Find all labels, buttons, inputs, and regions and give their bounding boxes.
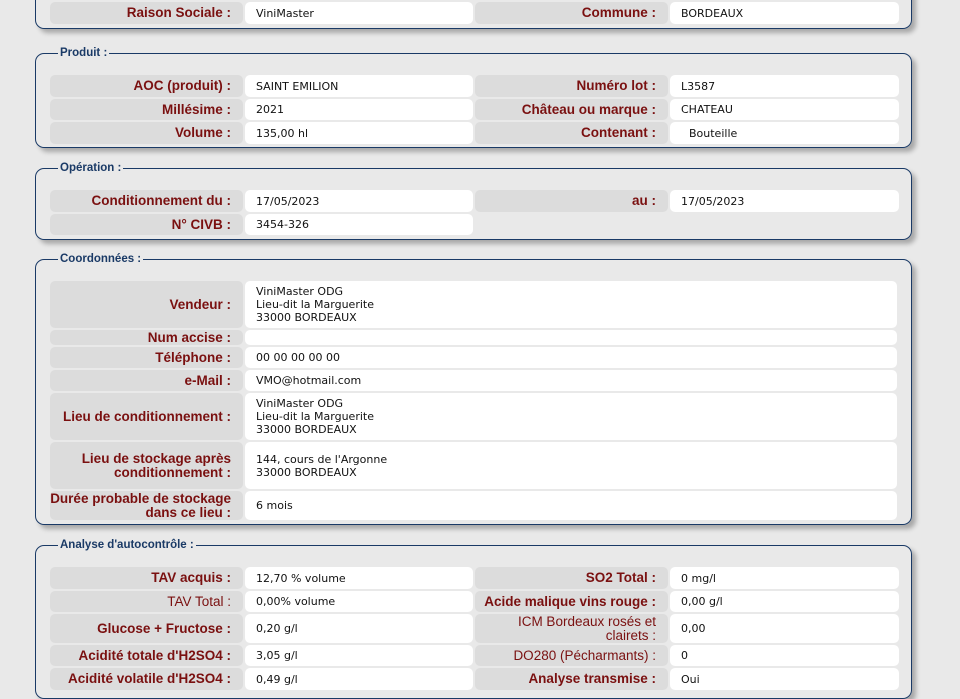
so2-total-value: 0 mg/l (670, 567, 899, 589)
do280-label: DO280 (Pécharmants) : (475, 645, 668, 666)
tav-acquis-value: 12,70 % volume (245, 567, 473, 589)
conditionnement-au-label: au : (475, 190, 668, 212)
produit-section: Produit : AOC (produit) : SAINT EMILION … (35, 47, 912, 148)
lieu-stockage-label: Lieu de stockage après conditionnement : (50, 442, 243, 489)
lieu-stockage-value: 144, cours de l'Argonne 33000 BORDEAUX (245, 442, 897, 489)
volume-label: Volume : (50, 122, 243, 144)
aoc-value: SAINT EMILION (245, 75, 473, 97)
numero-lot-value: L3587 (670, 75, 899, 97)
analyse-legend: Analyse d'autocontrôle : (60, 539, 194, 551)
chateau-value: CHATEAU (670, 99, 899, 120)
operation-legend: Opération : (60, 162, 122, 174)
duree-stockage-value: 6 mois (245, 491, 897, 520)
acidite-totale-label: Acidité totale d'H2SO4 : (50, 645, 243, 666)
lieu-conditionnement-label: Lieu de conditionnement : (50, 393, 243, 440)
volume-value: 135,00 hl (245, 122, 473, 144)
acidite-totale-value: 3,05 g/l (245, 645, 473, 666)
civb-label: N° CIVB : (50, 214, 243, 235)
vendeur-label: Vendeur : (50, 281, 243, 328)
conditionnement-au-value: 17/05/2023 (670, 190, 899, 212)
identification-section: Raison Sociale : ViniMaster Commune : BO… (35, 0, 912, 29)
tav-total-label: TAV Total : (50, 591, 243, 612)
duree-stockage-label: Durée probable de stockage dans ce lieu … (50, 491, 243, 520)
produit-legend: Produit : (60, 47, 108, 59)
numero-lot-label: Numéro lot : (475, 75, 668, 97)
glucose-fructose-value: 0,20 g/l (245, 614, 473, 643)
do280-value: 0 (670, 645, 899, 666)
produit-grid: AOC (produit) : SAINT EMILION Numéro lot… (50, 75, 899, 144)
analyse-transmise-label: Analyse transmise : (475, 668, 668, 690)
operation-grid: Conditionnement du : 17/05/2023 au : 17/… (50, 190, 899, 235)
conditionnement-du-label: Conditionnement du : (50, 190, 243, 212)
acidite-volatile-label: Acidité volatile d'H2SO4 : (50, 668, 243, 690)
millesime-value: 2021 (245, 99, 473, 120)
num-accise-value (245, 330, 897, 345)
chateau-label: Château ou marque : (475, 99, 668, 120)
analyse-section: Analyse d'autocontrôle : TAV acquis : 12… (35, 539, 912, 699)
commune-label: Commune : (475, 2, 668, 24)
analyse-grid: TAV acquis : 12,70 % volume SO2 Total : … (50, 567, 899, 690)
contenant-value: Bouteille (670, 122, 899, 144)
identification-grid: Raison Sociale : ViniMaster Commune : BO… (50, 2, 899, 24)
acidite-volatile-value: 0,49 g/l (245, 668, 473, 690)
acide-malique-label: Acide malique vins rouge : (475, 591, 668, 612)
telephone-value: 00 00 00 00 00 (245, 347, 897, 368)
aoc-label: AOC (produit) : (50, 75, 243, 97)
email-label: e-Mail : (50, 370, 243, 391)
so2-total-label: SO2 Total : (475, 567, 668, 589)
raison-sociale-value: ViniMaster (245, 2, 473, 24)
acide-malique-value: 0,00 g/l (670, 591, 899, 612)
raison-sociale-label: Raison Sociale : (50, 2, 243, 24)
vendeur-value: ViniMaster ODG Lieu-dit la Marguerite 33… (245, 281, 897, 328)
email-value: VMO@hotmail.com (245, 370, 897, 391)
icm-bordeaux-value: 0,00 (670, 614, 899, 643)
analyse-transmise-value: Oui (670, 668, 899, 690)
civb-value: 3454-326 (245, 214, 473, 235)
coordonnees-section: Coordonnées : Vendeur : ViniMaster ODG L… (35, 253, 912, 525)
tav-total-value: 0,00% volume (245, 591, 473, 612)
millesime-label: Millésime : (50, 99, 243, 120)
glucose-fructose-label: Glucose + Fructose : (50, 614, 243, 643)
coordonnees-grid: Vendeur : ViniMaster ODG Lieu-dit la Mar… (50, 281, 899, 520)
num-accise-label: Num accise : (50, 330, 243, 345)
tav-acquis-label: TAV acquis : (50, 567, 243, 589)
coordonnees-legend: Coordonnées : (60, 253, 142, 265)
telephone-label: Téléphone : (50, 347, 243, 368)
conditionnement-du-value: 17/05/2023 (245, 190, 473, 212)
lieu-conditionnement-value: ViniMaster ODG Lieu-dit la Marguerite 33… (245, 393, 897, 440)
icm-bordeaux-label: ICM Bordeaux rosés et clairets : (475, 614, 668, 643)
commune-value: BORDEAUX (670, 2, 899, 24)
contenant-label: Contenant : (475, 122, 668, 144)
operation-section: Opération : Conditionnement du : 17/05/2… (35, 162, 912, 240)
